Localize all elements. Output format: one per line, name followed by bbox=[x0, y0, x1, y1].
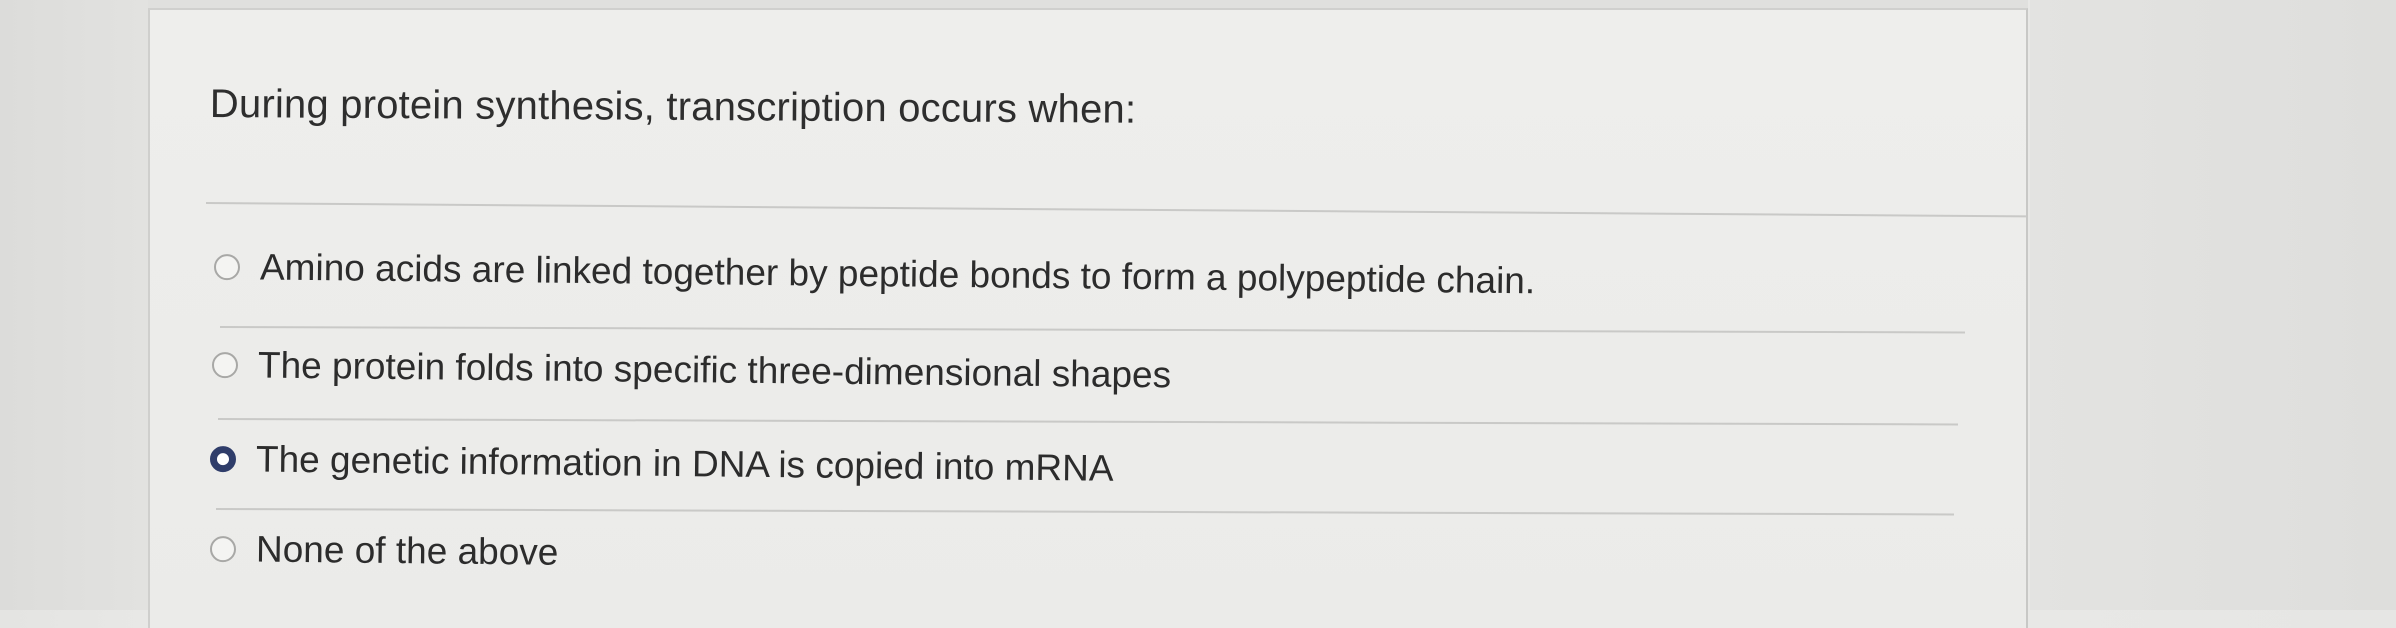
top-divider bbox=[148, 0, 2028, 8]
answer-divider bbox=[205, 202, 2026, 218]
question-text: During protein synthesis, transcription … bbox=[209, 82, 1137, 132]
answer-label-4: None of the above bbox=[255, 528, 559, 573]
radio-button-2[interactable] bbox=[211, 352, 239, 379]
radio-button-4[interactable] bbox=[209, 536, 237, 563]
answer-label-3: The genetic information in DNA is copied… bbox=[255, 438, 1114, 489]
page-background-right bbox=[2030, 0, 2396, 610]
answer-divider bbox=[215, 508, 1954, 516]
answer-option-2[interactable]: The protein folds into specific three-di… bbox=[211, 344, 1172, 396]
answer-divider bbox=[219, 326, 1965, 334]
question-card: During protein synthesis, transcription … bbox=[148, 8, 2028, 628]
answer-label-1: Amino acids are linked together by pepti… bbox=[259, 246, 1536, 302]
answer-divider bbox=[217, 418, 1958, 426]
radio-button-3-selected[interactable] bbox=[209, 446, 237, 473]
radio-button-1[interactable] bbox=[213, 254, 241, 281]
page-background-left bbox=[0, 0, 148, 610]
answer-option-1[interactable]: Amino acids are linked together by pepti… bbox=[213, 246, 1536, 302]
answer-label-2: The protein folds into specific three-di… bbox=[257, 344, 1172, 396]
answer-option-3[interactable]: The genetic information in DNA is copied… bbox=[209, 438, 1114, 490]
answer-option-4[interactable]: None of the above bbox=[209, 528, 559, 574]
